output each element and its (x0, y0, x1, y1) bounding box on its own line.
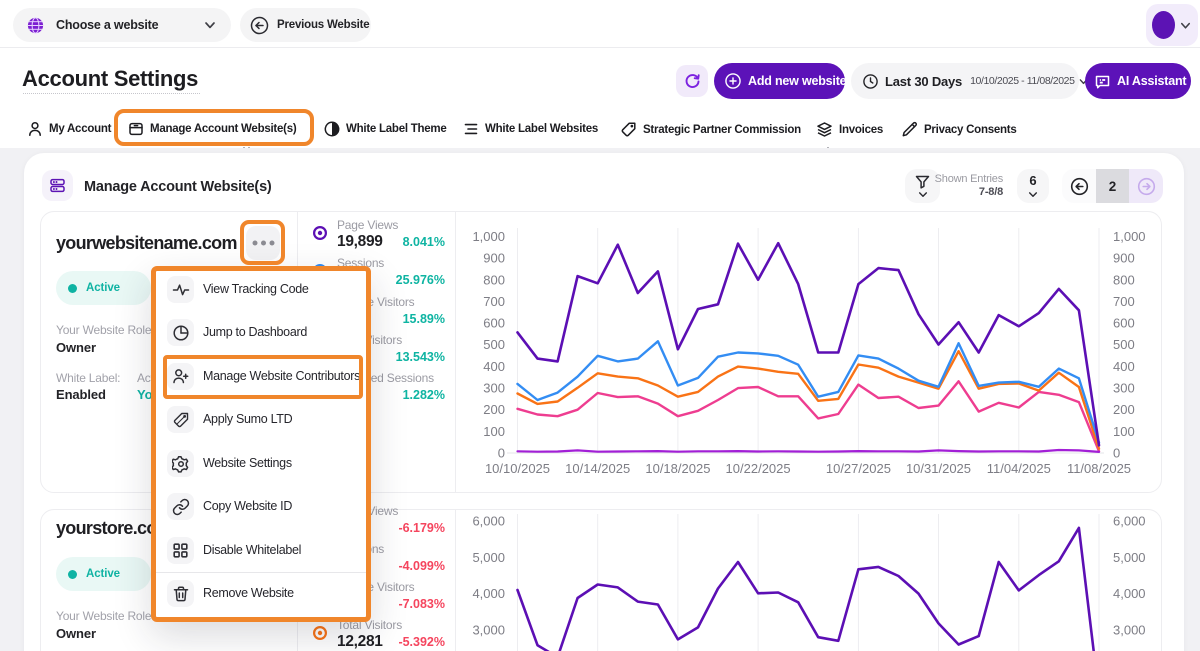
svg-text:400: 400 (483, 359, 505, 374)
svg-text:10/31/2025: 10/31/2025 (906, 461, 971, 476)
svg-text:400: 400 (1113, 359, 1135, 374)
svg-text:200: 200 (1113, 402, 1135, 417)
svg-text:900: 900 (1113, 251, 1135, 266)
svg-text:100: 100 (1113, 424, 1135, 439)
svg-text:900: 900 (483, 251, 505, 266)
svg-text:100: 100 (483, 424, 505, 439)
svg-text:700: 700 (483, 294, 505, 309)
svg-text:1,000: 1,000 (1113, 229, 1146, 244)
svg-text:3,000: 3,000 (1113, 622, 1146, 637)
svg-text:0: 0 (498, 446, 505, 461)
svg-text:10/22/2025: 10/22/2025 (726, 461, 791, 476)
svg-text:4,000: 4,000 (472, 586, 505, 601)
svg-text:3,000: 3,000 (472, 622, 505, 637)
svg-text:10/27/2025: 10/27/2025 (826, 461, 891, 476)
svg-text:11/04/2025: 11/04/2025 (987, 461, 1051, 476)
svg-text:500: 500 (483, 337, 505, 352)
svg-text:500: 500 (1113, 337, 1135, 352)
svg-text:6,000: 6,000 (1113, 514, 1146, 529)
svg-text:200: 200 (483, 402, 505, 417)
svg-text:10/14/2025: 10/14/2025 (565, 461, 630, 476)
svg-text:5,000: 5,000 (1113, 550, 1146, 565)
svg-text:0: 0 (1113, 446, 1120, 461)
svg-text:1,000: 1,000 (472, 229, 505, 244)
svg-text:11/08/2025: 11/08/2025 (1067, 461, 1131, 476)
svg-text:10/18/2025: 10/18/2025 (645, 461, 710, 476)
svg-text:4,000: 4,000 (1113, 586, 1146, 601)
svg-text:300: 300 (483, 381, 505, 396)
svg-text:800: 800 (1113, 272, 1135, 287)
svg-text:5,000: 5,000 (472, 550, 505, 565)
svg-text:10/10/2025: 10/10/2025 (485, 461, 550, 476)
svg-text:600: 600 (483, 316, 505, 331)
svg-text:300: 300 (1113, 381, 1135, 396)
svg-text:700: 700 (1113, 294, 1135, 309)
svg-text:6,000: 6,000 (472, 514, 505, 529)
svg-text:600: 600 (1113, 316, 1135, 331)
svg-text:800: 800 (483, 272, 505, 287)
